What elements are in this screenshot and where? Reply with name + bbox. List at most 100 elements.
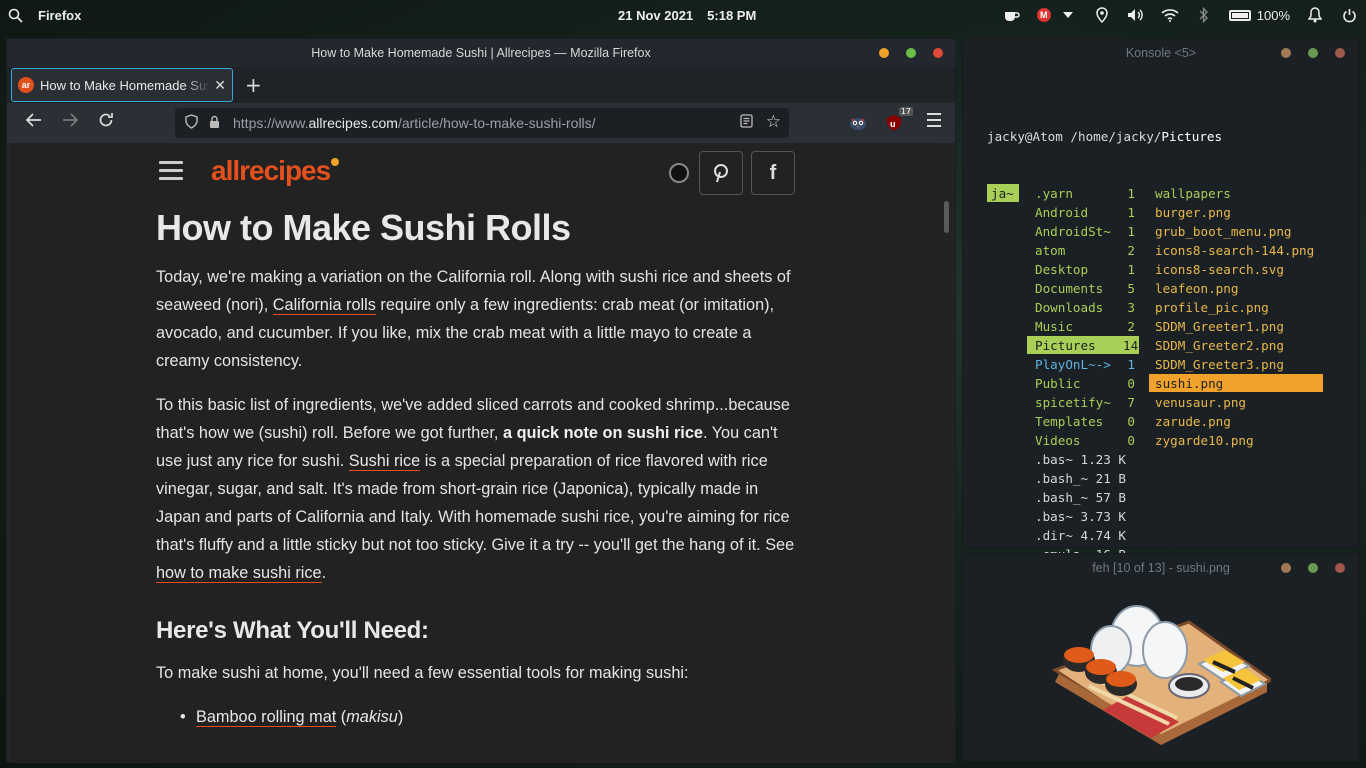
wifi-icon[interactable] — [1161, 6, 1179, 24]
power-icon[interactable] — [1340, 6, 1358, 24]
forward-button[interactable] — [59, 112, 81, 132]
navigation-toolbar: https://www.allrecipes.com/article/how-t… — [7, 103, 955, 143]
url-bar[interactable]: https://www.allrecipes.com/article/how-t… — [175, 108, 789, 138]
directory-name: .yarn — [1035, 186, 1073, 201]
prompt-user: jacky@Atom — [987, 129, 1071, 144]
directory-count: 0 — [1127, 414, 1135, 429]
dotfile-entry: .bas~ 1.23 K — [1035, 452, 1126, 467]
scrollbar-thumb[interactable] — [944, 201, 949, 233]
date-text: 21 Nov 2021 — [618, 8, 694, 23]
sushi-rice-link[interactable]: Sushi rice — [348, 452, 421, 471]
terminal-row: Pictures 14 SDDM_Greeter2.png — [987, 336, 1347, 355]
time-text: 5:18 PM — [707, 8, 757, 23]
allrecipes-logo[interactable]: allrecipes — [211, 155, 340, 187]
terminal-row: .bash_~ 21 B — [987, 469, 1347, 488]
reload-button[interactable] — [95, 112, 117, 133]
article-title: How to Make Sushi Rolls — [156, 207, 571, 248]
section-heading: Here's What You'll Need: — [156, 617, 429, 644]
bookmark-star-icon[interactable]: ☆ — [766, 112, 781, 132]
firefox-titlebar[interactable]: How to Make Homemade Sushi | Allrecipes … — [7, 39, 955, 67]
bluetooth-icon[interactable] — [1195, 6, 1213, 24]
picture-file: burger.png — [1155, 205, 1231, 220]
picture-file: venusaur.png — [1155, 395, 1246, 410]
close-button[interactable] — [1335, 48, 1345, 58]
paragraph-intro: Today, we're making a variation on the C… — [156, 263, 796, 375]
terminal-row: Videos 0 zygarde10.png — [987, 431, 1347, 450]
bamboo-mat-link[interactable]: Bamboo rolling mat — [196, 708, 337, 727]
url-path: /article/how-to-make-sushi-rolls/ — [397, 115, 596, 131]
minimize-button[interactable] — [1281, 563, 1291, 573]
maximize-button[interactable] — [1308, 563, 1318, 573]
terminal-output[interactable]: jacky@Atom /home/jacky/Pictures ja~ .yarn… — [987, 89, 1347, 583]
location-icon[interactable] — [1093, 6, 1111, 24]
directory-name: Music — [1035, 319, 1073, 334]
tracking-protection-shield-icon[interactable] — [185, 114, 199, 132]
paragraph-tools: To make sushi at home, you'll need a few… — [156, 664, 689, 682]
maximize-button[interactable] — [1308, 48, 1318, 58]
prompt-line: jacky@Atom /home/jacky/Pictures — [987, 127, 1347, 146]
terminal-row: .dir~ 4.74 K — [987, 526, 1347, 545]
picture-file: SDDM_Greeter2.png — [1155, 338, 1284, 353]
picture-file: grub_boot_menu.png — [1155, 224, 1292, 239]
new-tab-button[interactable]: + — [245, 73, 262, 97]
minimize-button[interactable] — [1281, 48, 1291, 58]
facebook-button[interactable]: f — [751, 151, 795, 195]
feh-title: feh [10 of 13] - sushi.png — [1092, 561, 1230, 575]
pinterest-button[interactable] — [699, 151, 743, 195]
volume-icon[interactable] — [1127, 6, 1145, 24]
directory-name: Documents — [1035, 281, 1104, 296]
extension-ublock-icon[interactable]: u 17 — [883, 107, 913, 134]
active-app-name[interactable]: Firefox — [38, 8, 81, 23]
site-menu-icon[interactable] — [159, 161, 183, 185]
directory-count: 5 — [1127, 281, 1135, 296]
picture-file: wallpapers — [1155, 186, 1231, 201]
directory-count: 0 — [1127, 433, 1135, 448]
user-account-icon[interactable] — [669, 163, 689, 183]
konsole-window: Konsole <5> jacky@Atom /home/jacky/Pictu… — [962, 38, 1360, 581]
feh-titlebar[interactable]: feh [10 of 13] - sushi.png — [963, 554, 1359, 582]
feh-image-viewer: feh [10 of 13] - sushi.png — [962, 553, 1360, 762]
bold-note: a quick note on sushi rice — [502, 424, 703, 442]
notifications-icon[interactable] — [1306, 6, 1324, 24]
extension-owl-icon[interactable] — [847, 112, 869, 134]
chevron-down-icon[interactable] — [1059, 6, 1077, 24]
directory-name: PlayOnL~-> — [1035, 357, 1111, 372]
california-rolls-link[interactable]: California rolls — [272, 296, 376, 315]
minimize-button[interactable] — [879, 48, 889, 58]
search-icon[interactable] — [6, 6, 24, 24]
lock-icon[interactable] — [209, 115, 223, 132]
close-button[interactable] — [933, 48, 943, 58]
how-to-make-sushi-rice-link[interactable]: how to make sushi rice — [156, 564, 322, 583]
directory-count: 0 — [1127, 376, 1135, 391]
tab-allrecipes[interactable]: ar How to Make Homemade Sushi ✕ — [11, 68, 233, 102]
picture-file: SDDM_Greeter3.png — [1155, 357, 1284, 372]
reader-view-icon[interactable] — [740, 114, 753, 131]
battery-percent: 100% — [1256, 7, 1290, 23]
battery-indicator[interactable]: 100% — [1228, 7, 1290, 23]
terminal-row: Music 2 SDDM_Greeter1.png — [987, 317, 1347, 336]
site-header: allrecipes f — [9, 143, 939, 203]
konsole-title: Konsole <5> — [1125, 46, 1197, 60]
directory-name: Videos — [1035, 433, 1081, 448]
coffee-icon[interactable] — [1003, 6, 1021, 24]
battery-icon — [1228, 9, 1251, 21]
gmail-icon[interactable]: M — [1036, 8, 1051, 22]
maximize-button[interactable] — [906, 48, 916, 58]
close-button[interactable] — [1335, 563, 1345, 573]
logo-spoon-icon — [331, 158, 340, 166]
terminal-row: AndroidSt~ 1 grub_boot_menu.png — [987, 222, 1347, 241]
directory-count: 1 — [1127, 357, 1135, 372]
konsole-titlebar[interactable]: Konsole <5> — [963, 39, 1359, 67]
page-content: allrecipes f How to Make Sushi Rolls Tod… — [9, 143, 939, 763]
ranger-parent-selected: ja~ — [987, 184, 1019, 202]
terminal-row: .bas~ 1.23 K — [987, 450, 1347, 469]
close-tab-icon[interactable]: ✕ — [214, 77, 226, 94]
directory-count: 7 — [1127, 395, 1135, 410]
page-scrollbar[interactable] — [939, 143, 955, 763]
window-title: How to Make Homemade Sushi | Allrecipes … — [311, 46, 651, 60]
terminal-row: Templates 0 zarude.png — [987, 412, 1347, 431]
back-button[interactable] — [23, 112, 45, 132]
url-text[interactable]: https://www.allrecipes.com/article/how-t… — [233, 115, 789, 131]
app-menu-button[interactable] — [927, 113, 941, 131]
clock[interactable]: 21 Nov 2021 5:18 PM — [618, 8, 756, 23]
